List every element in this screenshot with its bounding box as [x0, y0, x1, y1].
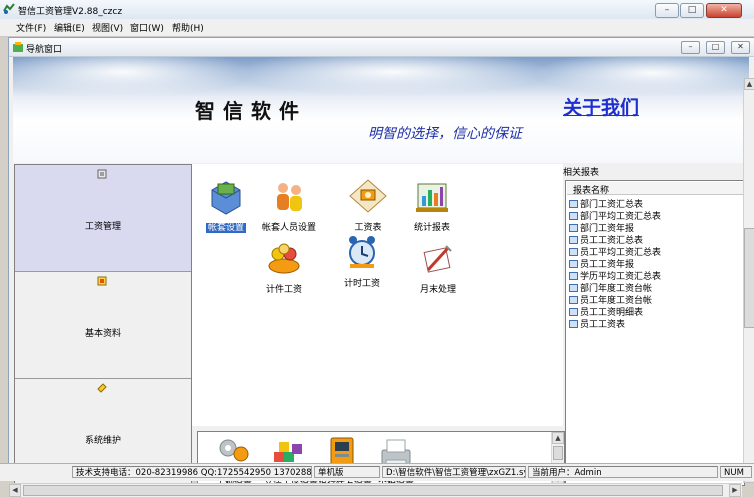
title-bar: 智信工资管理V2.88_czcz – □ ✕	[0, 0, 754, 20]
list-item[interactable]: 部门年度工资台帐	[569, 281, 652, 294]
list-item[interactable]: 员工工资年报	[569, 257, 634, 270]
icon-label: 计件工资	[265, 285, 302, 295]
report-icon	[569, 224, 578, 232]
minimize-button[interactable]: –	[655, 3, 679, 18]
database-path: D:\智信软件\智信工资管理\zxGZ1.sys	[382, 466, 526, 478]
scroll-left-button[interactable]: ◀	[9, 484, 21, 497]
current-user: 当前用户：Admin	[528, 466, 718, 478]
report-icon	[569, 236, 578, 244]
menu-help[interactable]: 帮助(H)	[168, 21, 208, 34]
column-label: 报表名称	[573, 186, 610, 196]
banner-cloud	[233, 57, 553, 95]
ledger-setting-item[interactable]: 帐套设置	[200, 178, 252, 234]
nav-label: 工资管理	[84, 222, 121, 232]
list-item[interactable]: 员工平均工资汇总表	[569, 245, 661, 258]
menu-file[interactable]: 文件(F)	[12, 21, 50, 34]
navigation-window: 导航窗口 – □ ✕ 智信软件 明智的选择，信心的保证 关于我们 工资管理 基本…	[8, 37, 754, 497]
scroll-thumb[interactable]	[23, 485, 723, 496]
piece-wage-item[interactable]: 计件工资	[258, 240, 310, 295]
report-icon	[569, 296, 578, 304]
alarm-clock-icon	[349, 236, 375, 268]
slogan: 明智的选择，信心的保证	[368, 126, 522, 142]
child-title-bar: 导航窗口 – □ ✕	[9, 38, 754, 57]
child-maximize-button[interactable]: □	[706, 41, 725, 54]
report-name-column-header[interactable]: 报表名称	[567, 182, 743, 196]
related-reports-list: 报表名称 部门工资汇总表 部门平均工资汇总表 部门工资年报 员工工资汇总表 员工…	[565, 180, 745, 486]
close-button[interactable]: ✕	[706, 3, 742, 18]
basic-section-icon	[97, 276, 107, 286]
menu-bar: 文件(F) 编辑(E) 视图(V) 窗口(W) 帮助(H)	[0, 19, 754, 37]
edition-label: 单机版	[314, 466, 380, 478]
child-horizontal-scrollbar[interactable]: ◀ ▶	[9, 483, 742, 497]
scroll-up-button[interactable]: ▲	[552, 432, 564, 444]
child-close-button[interactable]: ✕	[731, 41, 750, 54]
wage-table-item[interactable]: 工资表	[342, 178, 394, 233]
list-item[interactable]: 员工工资明细表	[569, 305, 643, 318]
about-us-link[interactable]: 关于我们	[563, 93, 639, 120]
report-icon	[569, 212, 578, 220]
list-item[interactable]: 部门平均工资汇总表	[569, 209, 661, 222]
nav-section-wage[interactable]: 工资管理	[15, 165, 191, 272]
child-minimize-button[interactable]: –	[681, 41, 700, 54]
report-icon	[569, 260, 578, 268]
status-bar: 技术支持电话：020-82319986 QQ:1725542950 137028…	[0, 463, 754, 481]
ledger-people-item[interactable]: 帐套人员设置	[256, 178, 322, 233]
app-icon	[3, 3, 15, 14]
banner-cloud	[13, 57, 253, 97]
stat-report-item[interactable]: 统计报表	[406, 178, 458, 233]
maximize-button[interactable]: □	[680, 3, 704, 18]
list-item[interactable]: 员工工资表	[569, 317, 625, 330]
menu-view[interactable]: 视图(V)	[88, 21, 127, 34]
icon-label: 月末处理	[419, 285, 456, 295]
report-icon	[569, 320, 578, 328]
ledger-icon	[211, 181, 241, 215]
report-icon	[569, 272, 578, 280]
list-item[interactable]: 学历平均工资汇总表	[569, 269, 661, 282]
nav-panel: 工资管理 基本资料 系统维护	[14, 164, 192, 486]
list-item[interactable]: 员工年度工资台帐	[569, 293, 652, 306]
related-reports-header: 相关报表	[563, 168, 600, 178]
nav-window-icon	[13, 42, 23, 52]
system-section-icon	[97, 383, 107, 393]
child-window-title: 导航窗口	[26, 45, 63, 55]
icon-label: 帐套人员设置	[261, 223, 316, 233]
report-icon	[569, 248, 578, 256]
wage-table-icon	[349, 179, 387, 213]
scroll-up-button[interactable]: ▲	[744, 78, 754, 90]
banner-cloud	[533, 57, 749, 95]
report-icon	[569, 200, 578, 208]
list-item[interactable]: 部门工资汇总表	[569, 197, 643, 210]
report-icon	[569, 308, 578, 316]
num-lock-indicator: NUM	[720, 466, 752, 478]
people-icon	[277, 183, 302, 211]
nav-section-basic[interactable]: 基本资料	[15, 272, 191, 379]
nav-label: 基本资料	[84, 329, 121, 339]
icon-label: 帐套设置	[204, 222, 248, 234]
icon-label: 计时工资	[343, 279, 380, 289]
scroll-right-button[interactable]: ▶	[729, 484, 741, 497]
window-title: 智信工资管理V2.88_czcz	[18, 7, 123, 17]
main-icon-area: 帐套设置 帐套人员设置 工资表 统计报表 计件工资 计时工资 月末处理	[192, 164, 563, 426]
piece-wage-icon	[268, 243, 300, 274]
brand-title: 智信软件	[195, 99, 307, 123]
nav-label: 系统维护	[84, 436, 121, 446]
support-contact: 技术支持电话：020-82319986 QQ:1725542950 137028…	[72, 466, 312, 478]
time-wage-item[interactable]: 计时工资	[336, 234, 388, 289]
month-end-icon	[423, 245, 452, 273]
list-item[interactable]: 员工工资汇总表	[569, 233, 643, 246]
list-item[interactable]: 部门工资年报	[569, 221, 634, 234]
icon-label: 工资表	[354, 223, 382, 233]
child-vertical-scrollbar[interactable]: ▲ ▼	[743, 78, 754, 483]
stat-report-icon	[416, 183, 448, 212]
report-icon	[569, 284, 578, 292]
scroll-thumb[interactable]	[553, 446, 563, 460]
month-end-item[interactable]: 月末处理	[412, 240, 464, 295]
menu-window[interactable]: 窗口(W)	[126, 21, 168, 34]
banner: 智信软件 明智的选择，信心的保证 关于我们	[13, 57, 749, 163]
wage-section-icon	[97, 169, 107, 179]
menu-edit[interactable]: 编辑(E)	[50, 21, 89, 34]
scroll-thumb[interactable]	[744, 228, 754, 328]
icon-label: 统计报表	[413, 223, 450, 233]
